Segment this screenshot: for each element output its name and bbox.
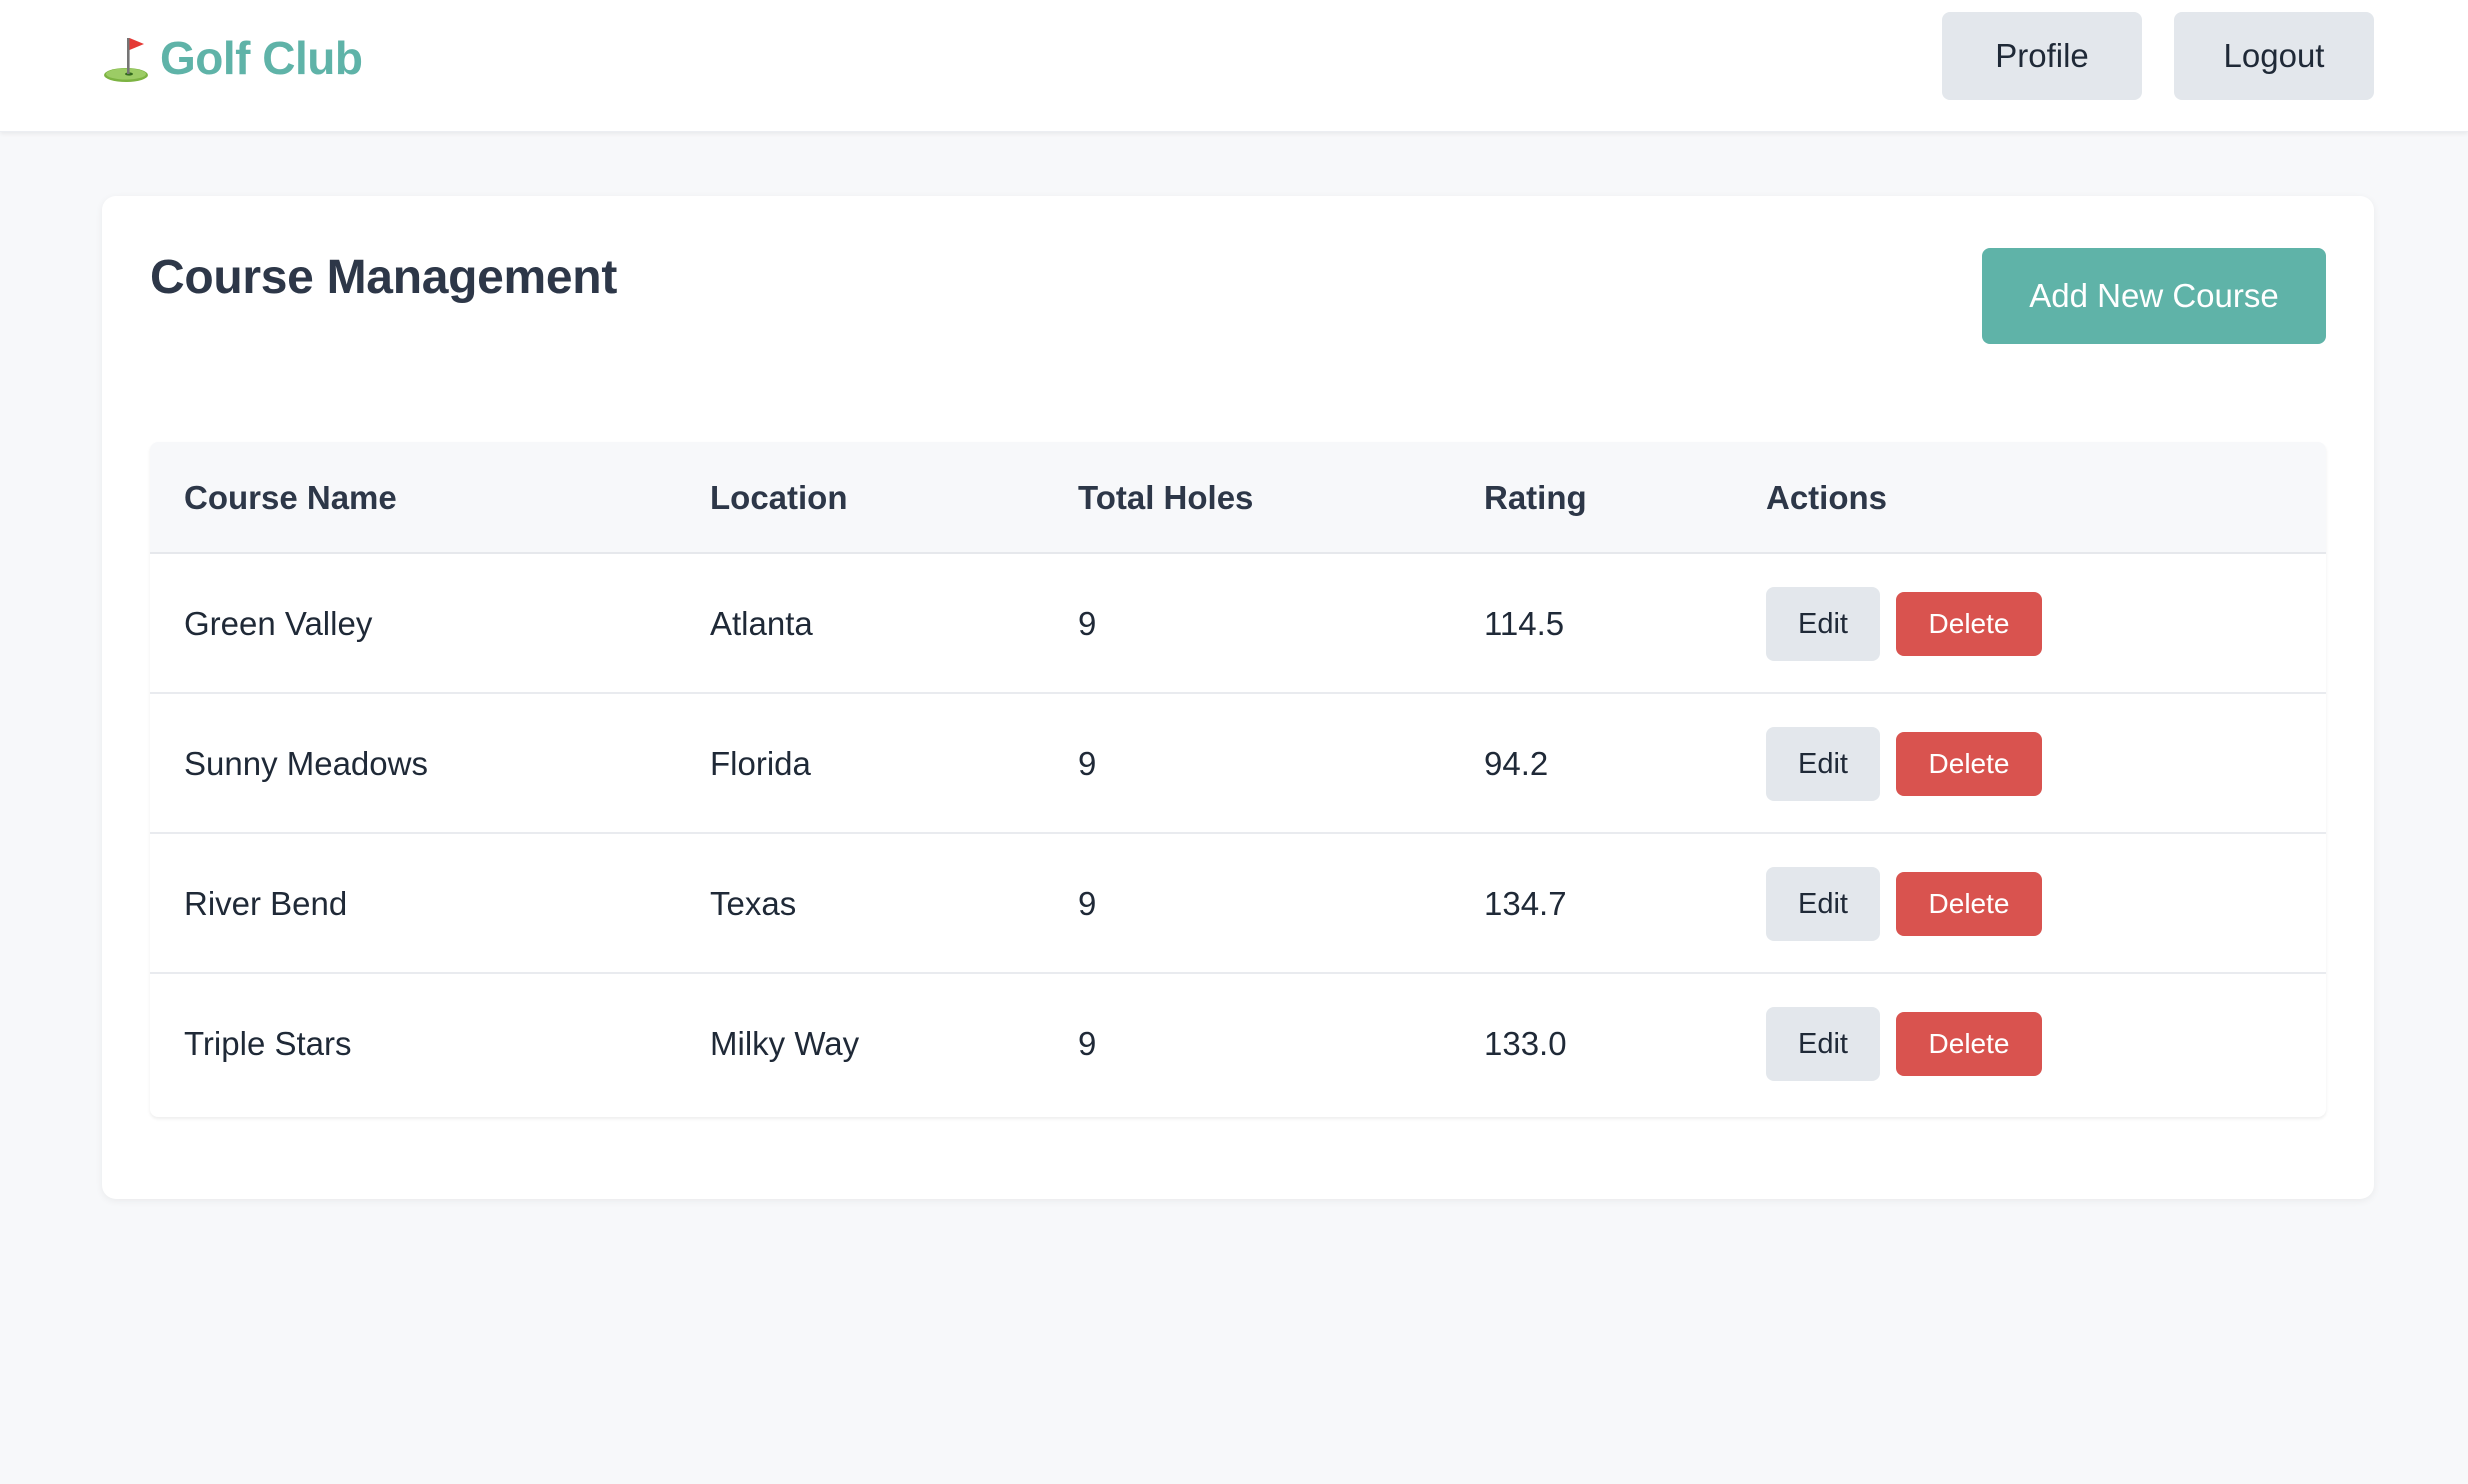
cell-rating: 134.7 <box>1484 885 1567 922</box>
cell-course-name: Triple Stars <box>184 1025 352 1062</box>
cell-total-holes: 9 <box>1078 1025 1097 1062</box>
courses-table: Course Name Location Total Holes Rating … <box>150 442 2326 1117</box>
cell-total-holes: 9 <box>1078 745 1097 782</box>
cell-course-name: Green Valley <box>184 605 373 642</box>
column-header-actions: Actions <box>1766 479 1888 516</box>
row-actions: Edit Delete <box>1766 834 2042 974</box>
page-title: Course Management <box>150 251 618 304</box>
row-actions: Edit Delete <box>1766 554 2042 694</box>
cell-total-holes: 9 <box>1078 885 1097 922</box>
column-header-location: Location <box>710 479 848 516</box>
edit-button[interactable]: Edit <box>1766 867 1880 941</box>
delete-button[interactable]: Delete <box>1896 732 2042 796</box>
golf-flag-icon <box>100 32 152 84</box>
column-header-rating: Rating <box>1484 479 1587 516</box>
delete-button[interactable]: Delete <box>1896 592 2042 656</box>
cell-course-name: Sunny Meadows <box>184 745 428 782</box>
cell-rating: 114.5 <box>1484 605 1565 642</box>
table-header: Course Name Location Total Holes Rating … <box>150 442 2326 554</box>
table-row: Sunny Meadows Florida 9 94.2 Edit Delete <box>150 694 2326 834</box>
edit-button[interactable]: Edit <box>1766 1007 1880 1081</box>
course-management-card: Course Management Add New Course Course … <box>102 196 2374 1199</box>
edit-button[interactable]: Edit <box>1766 727 1880 801</box>
table-row: River Bend Texas 9 134.7 Edit Delete <box>150 834 2326 974</box>
cell-rating: 133.0 <box>1484 1025 1567 1062</box>
brand-name: Golf Club <box>160 32 363 84</box>
cell-rating: 94.2 <box>1484 745 1549 782</box>
row-actions: Edit Delete <box>1766 694 2042 834</box>
column-header-course-name: Course Name <box>184 479 397 516</box>
cell-location: Florida <box>710 745 811 782</box>
delete-button[interactable]: Delete <box>1896 872 2042 936</box>
table-row: Triple Stars Milky Way 9 133.0 Edit Dele… <box>150 974 2326 1114</box>
brand[interactable]: Golf Club <box>100 28 363 88</box>
cell-total-holes: 9 <box>1078 605 1097 642</box>
cell-location: Milky Way <box>710 1025 860 1062</box>
edit-button[interactable]: Edit <box>1766 587 1880 661</box>
top-navbar: Golf Club Profile Logout <box>0 0 2468 132</box>
row-actions: Edit Delete <box>1766 974 2042 1114</box>
logout-button[interactable]: Logout <box>2174 12 2374 100</box>
profile-button[interactable]: Profile <box>1942 12 2142 100</box>
column-header-total-holes: Total Holes <box>1078 479 1254 516</box>
cell-location: Atlanta <box>710 605 813 642</box>
cell-course-name: River Bend <box>184 885 348 922</box>
cell-location: Texas <box>710 885 797 922</box>
table-row: Green Valley Atlanta 9 114.5 Edit Delete <box>150 554 2326 694</box>
delete-button[interactable]: Delete <box>1896 1012 2042 1076</box>
add-new-course-button[interactable]: Add New Course <box>1982 248 2326 344</box>
